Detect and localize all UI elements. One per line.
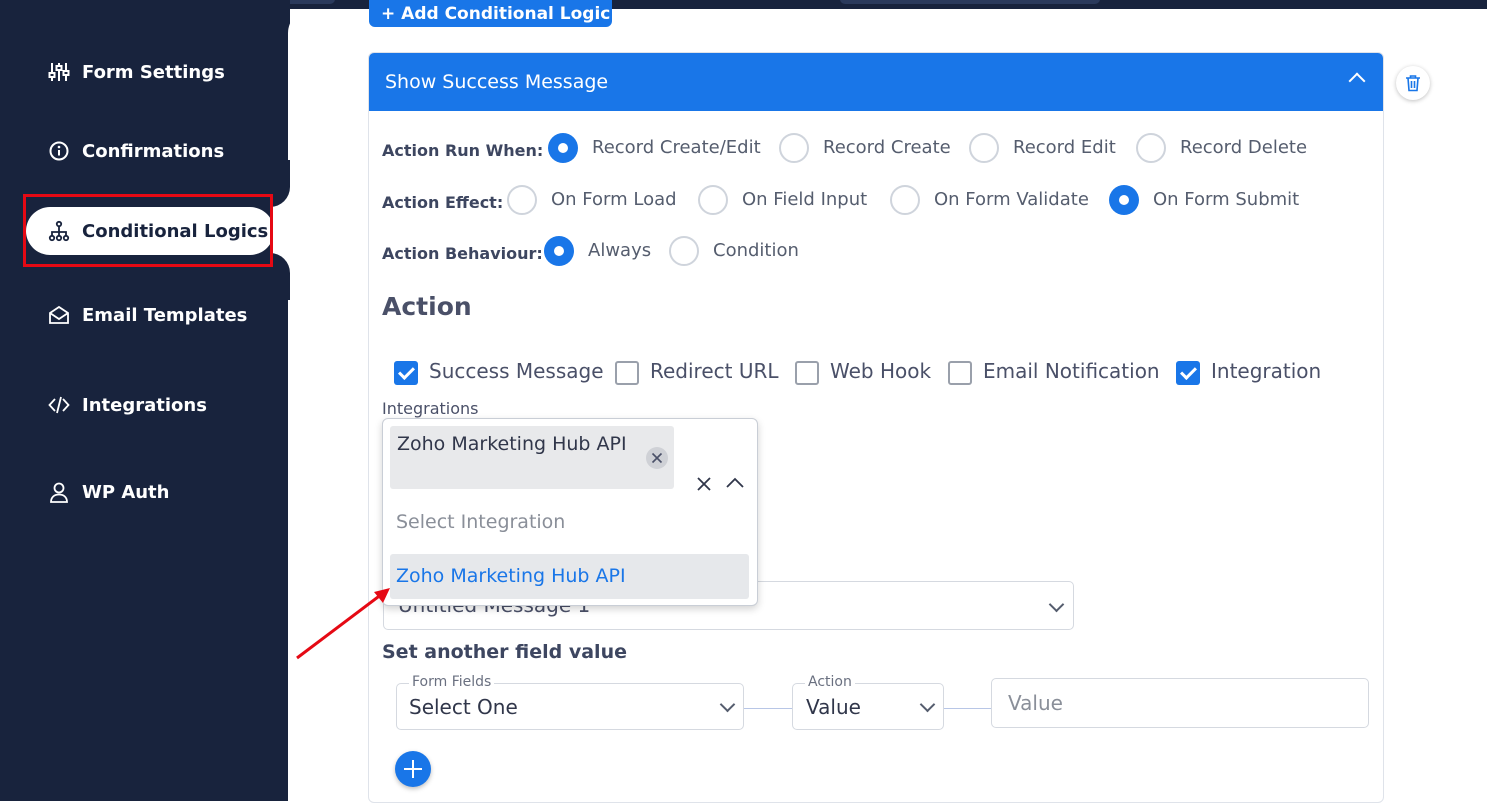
form-fields-value: Select One	[409, 695, 518, 719]
value-input-placeholder: Value	[1008, 691, 1063, 715]
user-icon	[50, 482, 68, 503]
integrations-label: Integrations	[382, 399, 479, 418]
connector-line	[944, 708, 991, 709]
add-field-value-button[interactable]	[395, 751, 431, 787]
action-value: Value	[806, 695, 861, 719]
action-run-when-label: Action Run When:	[382, 141, 544, 160]
radio-record-create-edit[interactable]	[548, 133, 578, 163]
integration-multiselect[interactable]: Zoho Marketing Hub API Select Integratio…	[382, 418, 758, 606]
radio-label: On Form Submit	[1153, 189, 1300, 210]
top-search[interactable]	[840, 0, 1100, 4]
trash-icon	[1406, 75, 1420, 92]
radio-on-field-input[interactable]	[698, 185, 728, 215]
sidebar-item-confirmations[interactable]: Confirmations	[48, 140, 224, 162]
checkbox-label: Redirect URL	[650, 359, 779, 383]
radio-label: On Form Validate	[934, 189, 1089, 210]
code-icon	[48, 396, 70, 414]
action-effect-label: Action Effect:	[382, 193, 504, 212]
sidebar-item-label: Integrations	[82, 394, 207, 416]
integration-option[interactable]: Zoho Marketing Hub API	[390, 554, 749, 599]
radio-always[interactable]	[544, 236, 574, 266]
info-icon	[49, 141, 69, 161]
chevron-down-icon	[919, 696, 936, 713]
integration-search-placeholder[interactable]: Select Integration	[396, 511, 565, 533]
radio-record-edit[interactable]	[969, 133, 999, 163]
checkbox-integration[interactable]	[1176, 361, 1200, 385]
radio-label: On Field Input	[742, 189, 868, 210]
radio-record-delete[interactable]	[1136, 133, 1166, 163]
sidebar-item-integrations[interactable]: Integrations	[48, 394, 207, 416]
chevron-up-icon[interactable]	[1348, 72, 1366, 90]
checkbox-web-hook[interactable]	[795, 361, 819, 385]
delete-button[interactable]	[1396, 66, 1430, 100]
clear-icon[interactable]	[696, 476, 712, 492]
radio-label: Record Edit	[1013, 137, 1116, 158]
add-conditional-logic-button[interactable]: + Add Conditional Logic	[369, 0, 612, 27]
sidebar-item-wp-auth[interactable]: WP Auth	[48, 481, 169, 503]
radio-label: Record Create	[823, 137, 951, 158]
radio-condition[interactable]	[669, 236, 699, 266]
radio-label: Always	[588, 240, 652, 261]
radio-label: On Form Load	[551, 189, 677, 210]
radio-on-form-validate[interactable]	[890, 185, 920, 215]
checkbox-email-notification[interactable]	[948, 361, 972, 385]
radio-label: Record Create/Edit	[592, 137, 761, 158]
action-select[interactable]: Value	[792, 683, 944, 730]
card-title: Show Success Message	[385, 71, 609, 93]
radio-record-create[interactable]	[779, 133, 809, 163]
form-fields-label: Form Fields	[409, 674, 495, 690]
selected-integration-chip: Zoho Marketing Hub API	[390, 426, 674, 489]
sidebar-item-label: Form Settings	[82, 61, 225, 83]
close-icon	[651, 452, 663, 464]
remove-chip-button[interactable]	[646, 447, 668, 469]
action-heading: Action	[382, 292, 472, 321]
radio-on-form-submit[interactable]	[1109, 185, 1139, 215]
highlight-box	[23, 194, 273, 267]
checkbox-redirect-url[interactable]	[615, 361, 639, 385]
chevron-up-icon[interactable]	[725, 476, 745, 490]
checkbox-label: Integration	[1211, 359, 1322, 383]
card-header[interactable]: Show Success Message	[369, 53, 1383, 111]
envelope-open-icon	[49, 305, 69, 324]
integration-option-label: Zoho Marketing Hub API	[396, 565, 626, 587]
sidebar-item-form-settings[interactable]: Form Settings	[48, 61, 225, 83]
sidebar-item-email-templates[interactable]: Email Templates	[48, 304, 247, 326]
action-behaviour-label: Action Behaviour:	[382, 244, 543, 263]
radio-label: Condition	[713, 240, 799, 261]
connector-line	[744, 708, 792, 709]
sidebar-item-label: WP Auth	[82, 481, 170, 503]
chevron-down-icon	[1048, 596, 1065, 613]
checkbox-label: Email Notification	[983, 359, 1160, 383]
chip-label: Zoho Marketing Hub API	[397, 433, 627, 455]
checkbox-label: Success Message	[429, 359, 604, 383]
chevron-down-icon	[719, 696, 736, 713]
radio-on-form-load[interactable]	[507, 185, 537, 215]
action-select-label: Action	[805, 674, 855, 690]
checkbox-success-message[interactable]	[394, 361, 418, 385]
set-field-heading: Set another field value	[382, 641, 627, 663]
radio-label: Record Delete	[1180, 137, 1308, 158]
checkbox-label: Web Hook	[830, 359, 932, 383]
sliders-icon	[48, 63, 70, 81]
form-fields-select[interactable]: Select One	[396, 683, 744, 730]
sidebar-item-label: Email Templates	[82, 304, 248, 326]
sidebar-item-label: Confirmations	[82, 140, 225, 162]
value-input[interactable]: Value	[991, 678, 1369, 728]
